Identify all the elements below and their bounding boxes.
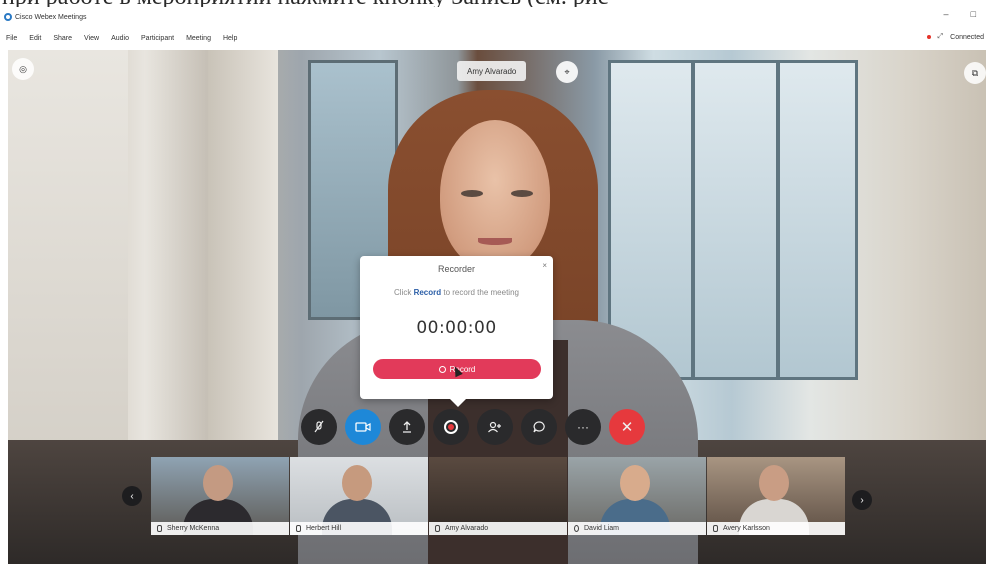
participant-label: Herbert Hill [290, 522, 428, 535]
participant-name: Sherry McKenna [167, 525, 220, 532]
phone-icon [574, 525, 579, 532]
mic-icon [157, 525, 162, 532]
menu-bar: File Edit Share View Audio Participant M… [0, 30, 986, 46]
meeting-control-bar: ··· ✕ [301, 409, 645, 445]
background-pillar [208, 50, 278, 470]
participant-tile[interactable]: Avery Karlsson [707, 457, 845, 535]
connection-label: Connected [950, 33, 984, 41]
participant-strip: Sherry McKenna Herbert Hill Amy Alvarado… [151, 457, 846, 535]
participant-tile[interactable]: Herbert Hill [290, 457, 428, 535]
recorder-popup: Recorder × Click Record to record the me… [360, 256, 553, 407]
webex-logo-icon [4, 13, 12, 21]
chat-icon [533, 421, 545, 433]
speaker-eye [461, 190, 483, 197]
participant-name: David Liam [584, 525, 620, 532]
participant-name: Amy Alvarado [445, 525, 489, 532]
record-dot-icon [438, 365, 446, 373]
recording-indicator-icon [926, 35, 931, 39]
menu-help[interactable]: Help [217, 35, 243, 42]
active-speaker-name: Amy Alvarado [457, 61, 527, 81]
mic-icon [435, 525, 440, 532]
record-icon [444, 420, 458, 434]
menu-file[interactable]: File [0, 35, 23, 42]
layout-icon[interactable]: ◎ [12, 58, 34, 80]
maximize-button[interactable]: □ [971, 9, 976, 19]
end-meeting-button[interactable]: ✕ [609, 409, 645, 445]
tile-person-head [620, 465, 650, 501]
menu-meeting[interactable]: Meeting [180, 35, 217, 42]
minimize-button[interactable]: – [944, 9, 949, 19]
participant-label: Sherry McKenna [151, 522, 289, 535]
tile-person-head [203, 465, 233, 501]
mic-icon [296, 525, 301, 532]
video-button[interactable] [345, 409, 381, 445]
chevron-left-icon[interactable]: ‹ [122, 486, 142, 506]
hint-prefix: Click [394, 288, 414, 297]
hint-bold: Record [413, 288, 442, 297]
close-icon[interactable]: × [542, 261, 547, 270]
participant-label: Avery Karlsson [707, 522, 845, 535]
menu-view[interactable]: View [78, 35, 105, 42]
background-window [608, 60, 858, 380]
participant-tile[interactable]: Sherry McKenna [151, 457, 289, 535]
share-icon [403, 421, 411, 433]
speaker-eye [511, 190, 533, 197]
tile-person-head [342, 465, 372, 501]
record-control-button[interactable] [433, 409, 469, 445]
audio-icon [713, 525, 718, 532]
chat-button[interactable] [521, 409, 557, 445]
window-title: Cisco Webex Meetings [15, 13, 87, 21]
participant-label: Amy Alvarado [429, 522, 567, 535]
participants-icon [488, 421, 501, 433]
recorder-title: Recorder [437, 264, 475, 274]
mic-off-icon [314, 420, 324, 433]
menu-share[interactable]: Share [47, 35, 78, 42]
tile-person-head [759, 465, 789, 501]
menu-participant[interactable]: Participant [135, 35, 180, 42]
participants-button[interactable] [477, 409, 513, 445]
participant-name: Avery Karlsson [723, 525, 770, 532]
menu-edit[interactable]: Edit [23, 35, 47, 42]
more-options-button[interactable]: ··· [565, 409, 601, 445]
window-controls: – □ [944, 9, 976, 19]
fullscreen-icon[interactable]: ⧉ [964, 62, 986, 84]
menu-audio[interactable]: Audio [105, 35, 135, 42]
recording-timer: 00:00:00 [416, 318, 497, 338]
recorder-hint: Click Record to record the meeting [390, 287, 523, 298]
connection-status: ⤢ Connected [926, 33, 984, 41]
lock-speaker-icon[interactable]: ⌖ [556, 61, 578, 83]
chevron-right-icon[interactable]: › [852, 490, 872, 510]
participant-tile[interactable]: David Liam [568, 457, 706, 535]
participant-tile[interactable]: Amy Alvarado [429, 457, 567, 535]
participant-label: David Liam [568, 522, 706, 535]
speaker-face [440, 120, 550, 270]
share-button[interactable] [389, 409, 425, 445]
speaker-mouth [478, 238, 512, 245]
hint-suffix: to record the meeting [441, 288, 519, 297]
mute-button[interactable] [301, 409, 337, 445]
participant-name: Herbert Hill [306, 525, 342, 532]
video-icon [355, 422, 371, 432]
window-titlebar: Cisco Webex Meetings – □ [0, 7, 986, 27]
pin-icon[interactable]: ⤢ [938, 33, 944, 41]
